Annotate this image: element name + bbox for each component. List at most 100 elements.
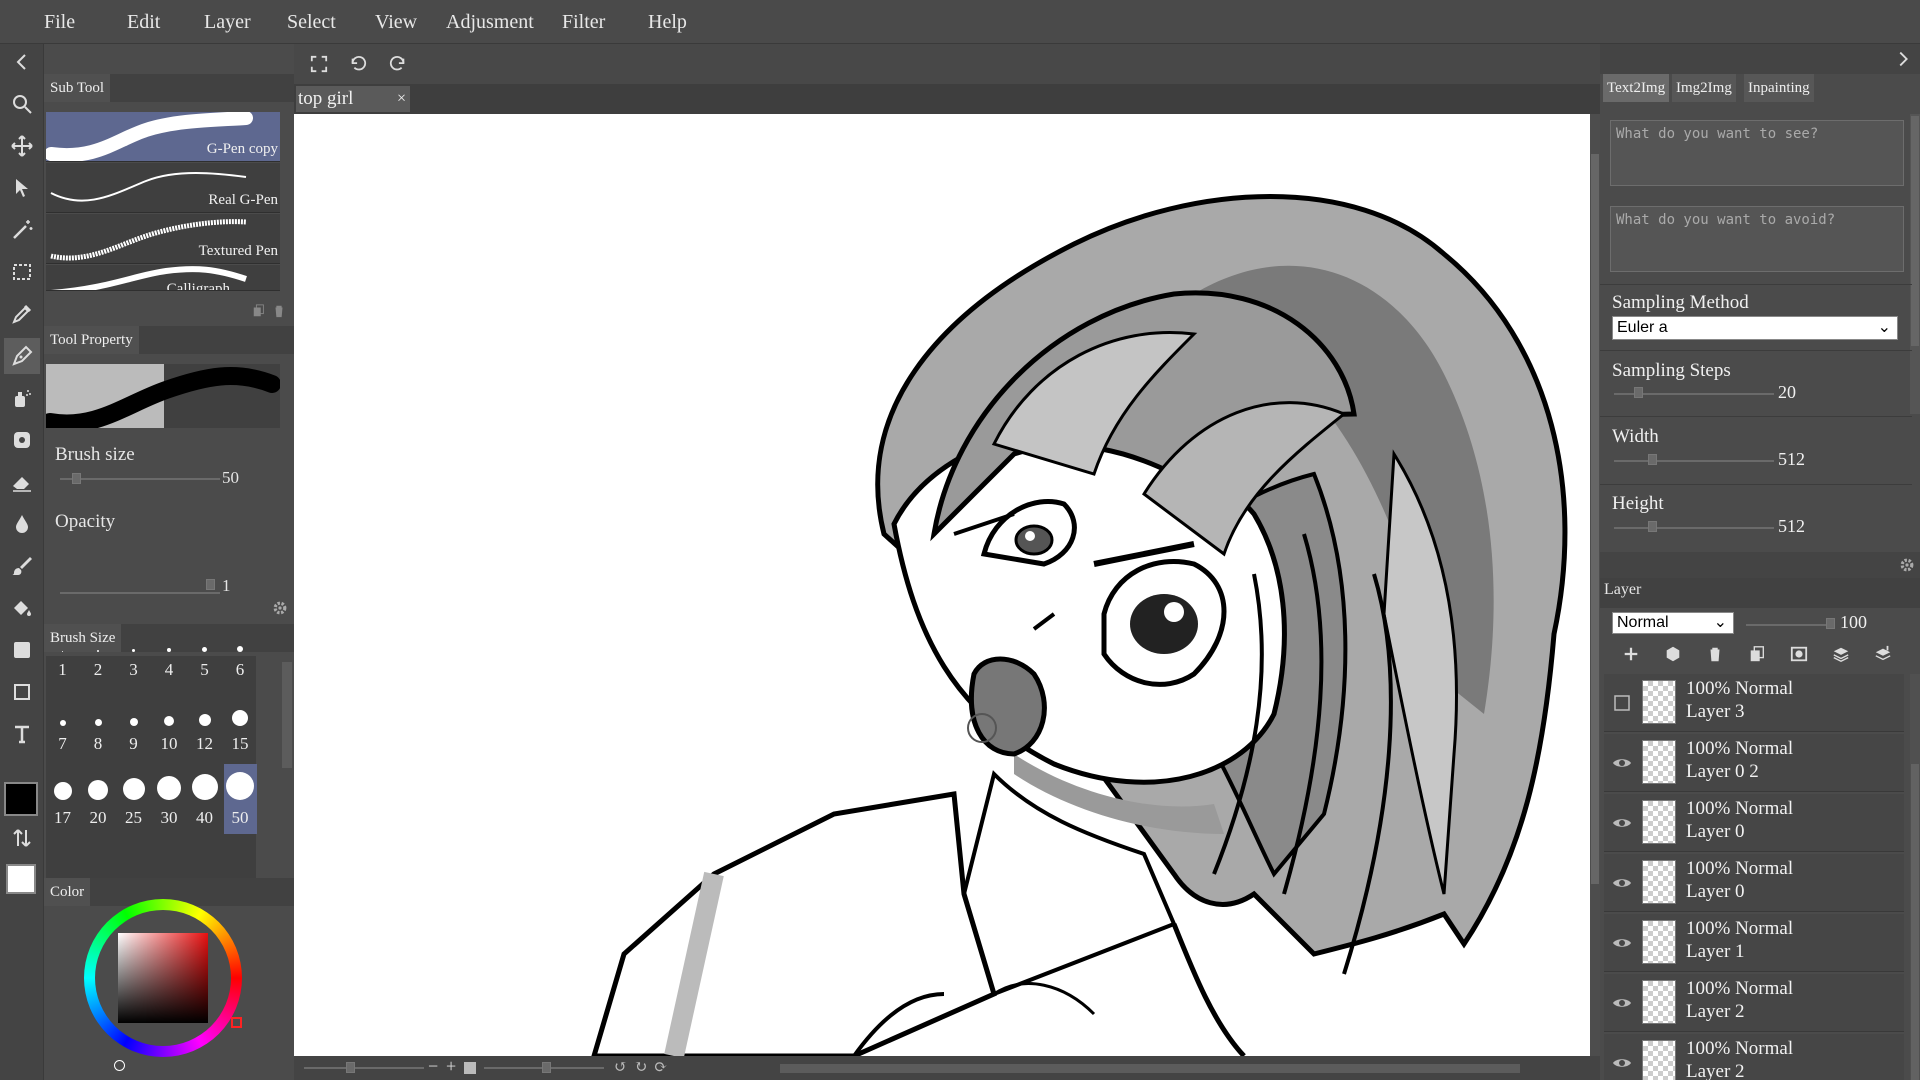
layer-row[interactable]: 100% Normal Layer 0 2 [1604, 734, 1904, 792]
brush-size-option[interactable]: 2 [82, 616, 115, 686]
reset-rotation-icon[interactable]: ⟳ [654, 1057, 667, 1077]
color-picker-marker[interactable] [114, 1060, 125, 1071]
blend-mode-select[interactable]: Normal ⌄ [1612, 612, 1734, 634]
hue-marker[interactable] [231, 1017, 242, 1028]
brush-size-slider[interactable] [60, 478, 220, 480]
menu-file[interactable]: File [44, 0, 75, 44]
layer-mask-icon[interactable] [1786, 641, 1812, 667]
layer-row[interactable]: 100% Normal Layer 0 [1604, 854, 1904, 912]
tab-text2img[interactable]: Text2Img [1603, 74, 1670, 102]
move-icon[interactable] [4, 128, 40, 164]
magic-wand-icon[interactable] [4, 212, 40, 248]
sampling-steps-knob[interactable] [1634, 387, 1643, 398]
merge-layers-icon[interactable] [1828, 641, 1854, 667]
blur-drop-icon[interactable] [4, 506, 40, 542]
search-icon[interactable] [4, 86, 40, 122]
eraser-icon[interactable] [4, 464, 40, 500]
height-knob[interactable] [1648, 521, 1657, 532]
eyedropper-icon[interactable] [4, 296, 40, 332]
rotate-slider[interactable] [304, 1067, 424, 1069]
width-knob[interactable] [1648, 454, 1657, 465]
hidden-checkbox-icon[interactable] [1612, 693, 1632, 713]
layer-list-scrollbar[interactable] [1910, 674, 1920, 1080]
drawing-canvas[interactable] [294, 114, 1590, 1056]
rotate-left-icon[interactable]: ↺ [614, 1057, 627, 1077]
eye-icon[interactable] [1612, 873, 1632, 893]
brush-item-g-pen-copy[interactable]: G-Pen copy [46, 112, 280, 162]
brush-size-option[interactable]: 50 [223, 764, 257, 834]
brush-size-option[interactable]: 20 [82, 764, 115, 834]
airbrush-icon[interactable] [4, 380, 40, 416]
brush-size-option[interactable]: 7 [46, 690, 79, 760]
brush-item-real-g-pen[interactable]: Real G-Pen [46, 163, 280, 213]
secondary-color-swatch[interactable] [6, 864, 36, 894]
brush-size-option[interactable]: 10 [153, 690, 186, 760]
fill-bucket-icon[interactable] [4, 590, 40, 626]
layer-opacity-knob[interactable] [1826, 618, 1835, 629]
rotate-knob[interactable] [346, 1062, 355, 1073]
eye-icon[interactable] [1612, 933, 1632, 953]
brush-size-option[interactable]: 4 [153, 616, 186, 686]
brush-size-option[interactable]: 8 [82, 690, 115, 760]
swap-colors-icon[interactable] [4, 820, 40, 856]
eye-icon[interactable] [1612, 813, 1632, 833]
brush-size-option[interactable]: 40 [188, 764, 221, 834]
close-tab-icon[interactable]: × [397, 86, 406, 112]
menu-select[interactable]: Select [287, 0, 336, 44]
layer-opacity-slider[interactable] [1746, 624, 1830, 626]
text-icon[interactable] [4, 716, 40, 752]
primary-color-swatch[interactable] [4, 782, 38, 816]
menu-help[interactable]: Help [648, 0, 687, 44]
brush-size-option[interactable]: 5 [188, 616, 221, 686]
brush-size-option[interactable]: 30 [153, 764, 186, 834]
height-slider[interactable] [1614, 527, 1774, 529]
select-arrow-icon[interactable] [4, 170, 40, 206]
layer-row[interactable]: 100% Normal Layer 3 [1604, 674, 1904, 732]
rotate-right-icon[interactable]: ↻ [634, 1057, 647, 1077]
brush-size-option[interactable]: 25 [117, 764, 150, 834]
decoration-icon[interactable] [4, 422, 40, 458]
fullscreen-icon[interactable] [306, 51, 332, 77]
opacity-knob[interactable] [206, 579, 215, 590]
menu-view[interactable]: View [375, 0, 417, 44]
saturation-square[interactable] [118, 933, 208, 1023]
canvas-horizontal-scrollbar[interactable] [780, 1064, 1520, 1073]
width-slider[interactable] [1614, 460, 1774, 462]
menu-filter[interactable]: Filter [562, 0, 605, 44]
duplicate-layer-icon[interactable] [1744, 641, 1770, 667]
brush-item-calligraph[interactable]: Calligraph [46, 265, 280, 291]
zoom-knob[interactable] [542, 1062, 551, 1073]
fit-icon[interactable] [464, 1062, 476, 1074]
settings-scrollbar[interactable] [1910, 114, 1920, 414]
collapse-right-icon[interactable] [1890, 46, 1916, 72]
sampling-method-select[interactable]: Euler a ⌄ [1612, 316, 1898, 340]
layer-row[interactable]: 100% Normal Layer 2 [1604, 1034, 1904, 1080]
gear-icon[interactable] [1896, 554, 1918, 576]
brush-size-option[interactable]: 12 [188, 690, 221, 760]
brush-item-textured-pen[interactable]: Textured Pen [46, 214, 280, 264]
brush-size-option[interactable]: 17 [46, 764, 79, 834]
eye-icon[interactable] [1612, 993, 1632, 1013]
tab-img2img[interactable]: Img2Img [1672, 74, 1736, 102]
eye-icon[interactable] [1612, 1053, 1632, 1073]
settings-gear-icon[interactable] [270, 598, 290, 618]
opacity-slider[interactable] [60, 592, 220, 594]
eye-icon[interactable] [1612, 753, 1632, 773]
document-tab[interactable]: top girl × [296, 86, 410, 112]
duplicate-icon[interactable] [250, 302, 268, 320]
brush-size-option[interactable]: 9 [117, 690, 150, 760]
brush-icon[interactable] [4, 548, 40, 584]
tab-inpainting[interactable]: Inpainting [1744, 74, 1814, 102]
gradient-icon[interactable] [4, 632, 40, 668]
layer-row[interactable]: 100% Normal Layer 0 [1604, 794, 1904, 852]
layer-row[interactable]: 100% Normal Layer 2 [1604, 974, 1904, 1032]
color-wheel[interactable] [84, 899, 264, 1079]
menu-edit[interactable]: Edit [127, 0, 160, 44]
menu-adjustment[interactable]: Adjusment [446, 0, 534, 44]
brush-size-option[interactable]: 15 [224, 690, 257, 760]
layer-row[interactable]: 100% Normal Layer 1 [1604, 914, 1904, 972]
brush-size-scrollbar[interactable] [282, 662, 292, 768]
collapse-left-icon[interactable] [4, 44, 40, 80]
redo-icon[interactable] [385, 51, 411, 77]
menu-layer[interactable]: Layer [204, 0, 251, 44]
